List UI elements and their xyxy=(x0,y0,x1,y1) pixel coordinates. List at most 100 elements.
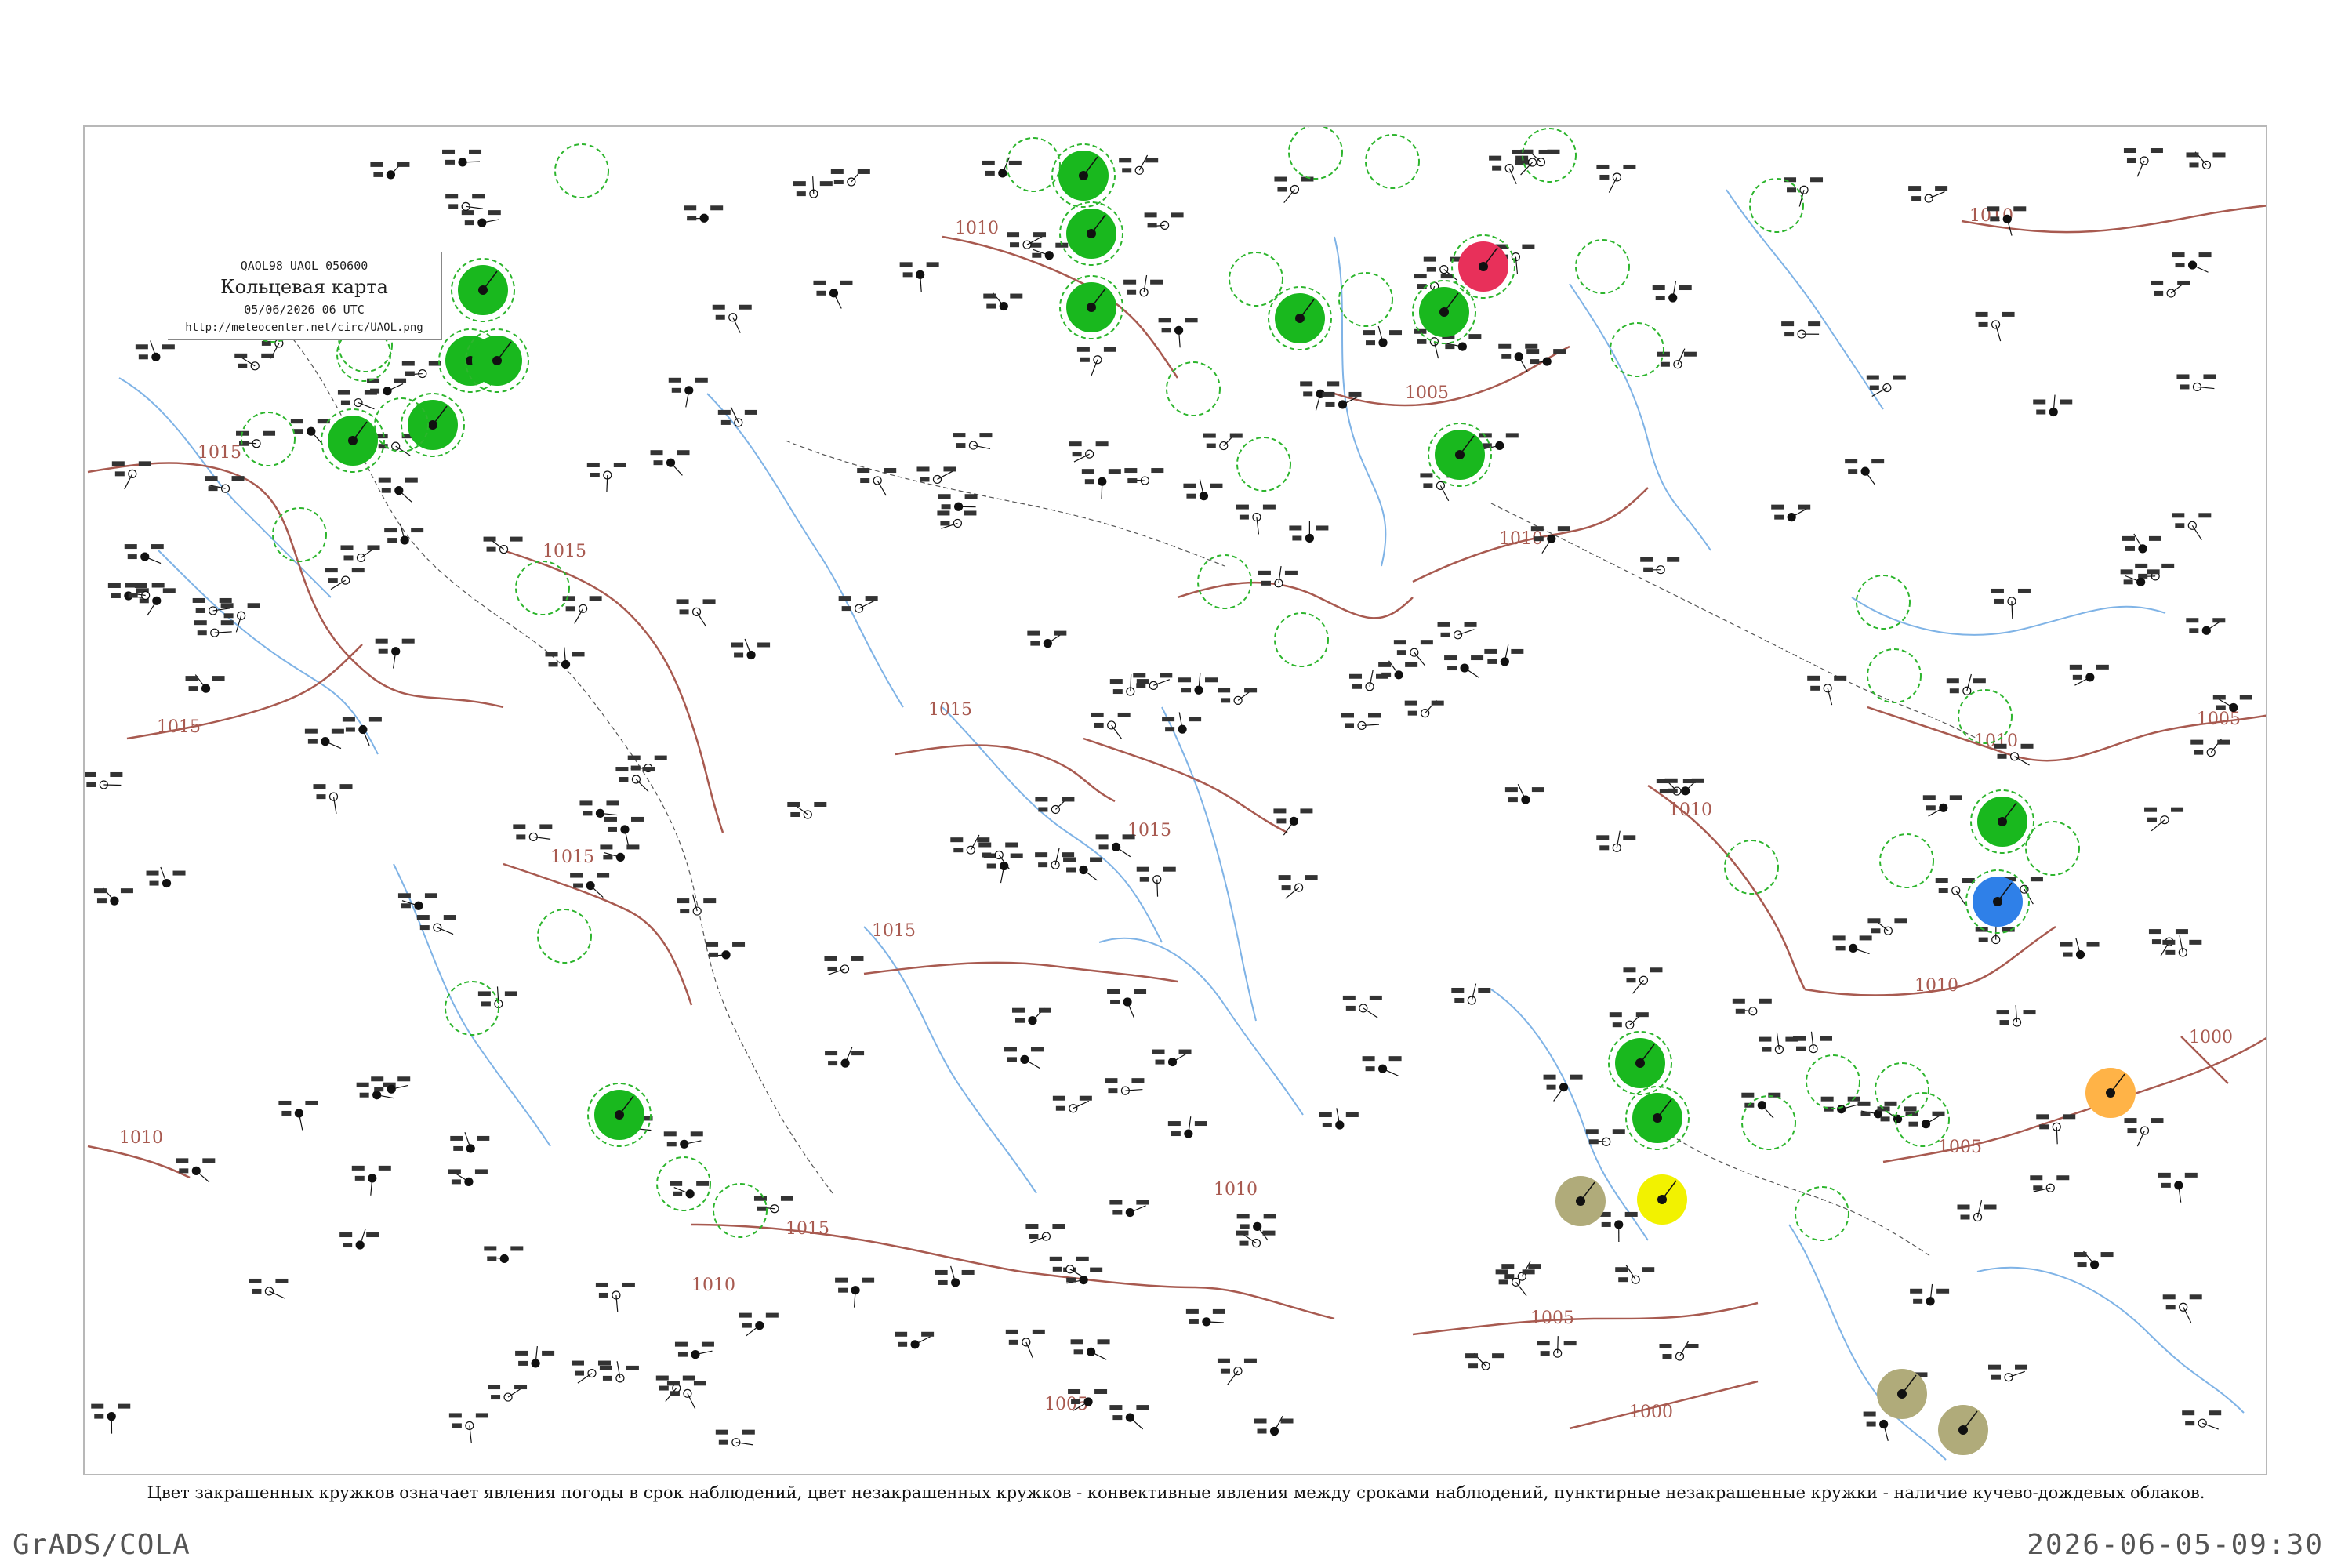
cumulonimbus-ring[interactable] xyxy=(1741,1095,1796,1150)
station-marker xyxy=(813,280,853,309)
station-marker xyxy=(1236,504,1276,535)
station-marker xyxy=(1152,1049,1192,1067)
cumulonimbus-ring[interactable] xyxy=(1338,272,1393,327)
station-marker xyxy=(1781,321,1821,339)
rain-station-circle[interactable] xyxy=(401,393,465,457)
station-marker xyxy=(1845,459,1885,486)
station-marker xyxy=(1052,1095,1092,1113)
map-url[interactable]: http://meteocenter.net/circ/UAOL.png xyxy=(168,321,441,334)
station-marker xyxy=(1183,479,1223,501)
station-marker xyxy=(787,801,827,819)
station-marker xyxy=(615,767,655,793)
rain-station-circle[interactable] xyxy=(1059,201,1123,266)
station-marker xyxy=(1537,1336,1577,1358)
station-marker xyxy=(1091,712,1131,740)
cumulonimbus-ring[interactable] xyxy=(272,507,327,562)
station-marker xyxy=(2030,1175,2070,1192)
cumulonimbus-ring[interactable] xyxy=(554,143,609,198)
station-marker xyxy=(313,784,353,814)
station-marker xyxy=(1063,857,1103,881)
station-marker xyxy=(1124,468,1164,485)
cumulonimbus-ring[interactable] xyxy=(1575,239,1630,294)
rain-station-circle[interactable] xyxy=(1059,275,1123,339)
station-marker xyxy=(674,1341,714,1359)
dust-station-circle[interactable] xyxy=(2085,1068,2136,1118)
station-marker xyxy=(1615,1265,1655,1284)
cumulonimbus-ring[interactable] xyxy=(1795,1186,1849,1241)
station-marker xyxy=(1005,1329,1045,1359)
fog-station-circle[interactable] xyxy=(1938,1405,1988,1455)
station-marker xyxy=(1258,565,1298,588)
fog-station-circle[interactable] xyxy=(1555,1176,1606,1226)
cumulonimbus-ring[interactable] xyxy=(1610,322,1664,377)
station-marker xyxy=(1158,318,1198,348)
synoptic-map[interactable]: 1015 1015 1015 1015 1015 1015 1015 1015 1010 1010… xyxy=(83,125,2267,1475)
rain-station-circle[interactable] xyxy=(1608,1031,1672,1095)
cumulonimbus-ring[interactable] xyxy=(1522,128,1577,183)
cumulonimbus-ring[interactable] xyxy=(1365,134,1420,189)
station-marker xyxy=(1988,1364,2028,1382)
rain-station-circle[interactable] xyxy=(1268,286,1332,350)
station-marker xyxy=(93,887,133,906)
cumulonimbus-ring[interactable] xyxy=(515,561,570,615)
rain-station-circle[interactable] xyxy=(1412,280,1476,344)
cumulonimbus-ring[interactable] xyxy=(1274,612,1329,667)
generation-timestamp: 2026-06-05-09:30 xyxy=(2027,1529,2324,1561)
cumulonimbus-ring[interactable] xyxy=(1288,127,1343,180)
cumulonimbus-ring[interactable] xyxy=(1879,833,1934,888)
station-marker xyxy=(450,1131,490,1153)
station-marker xyxy=(670,1181,710,1199)
station-marker xyxy=(1946,673,1986,695)
station-marker xyxy=(124,544,164,564)
station-marker xyxy=(1609,1012,1649,1029)
rain-station-circle[interactable] xyxy=(451,258,515,322)
rain-station-circle[interactable] xyxy=(1970,789,2034,854)
map-datetime: 05/06/2026 06 UTC xyxy=(244,303,365,317)
station-marker xyxy=(1857,1101,1897,1119)
cumulonimbus-ring[interactable] xyxy=(1166,361,1221,416)
station-marker xyxy=(397,893,437,910)
station-marker xyxy=(1109,1200,1149,1218)
haze-station-circle[interactable] xyxy=(1637,1174,1687,1225)
cumulonimbus-ring[interactable] xyxy=(2025,821,2080,876)
cumulonimbus-ring[interactable] xyxy=(1197,554,1252,609)
station-marker xyxy=(2144,807,2184,832)
station-marker xyxy=(1273,808,1313,836)
rain-station-circle[interactable] xyxy=(1428,423,1492,487)
station-marker xyxy=(2060,938,2100,960)
station-marker xyxy=(1341,713,1381,731)
cumulonimbus-ring[interactable] xyxy=(537,909,592,964)
station-marker xyxy=(1393,640,1433,666)
station-marker xyxy=(488,1385,528,1402)
cumulonimbus-ring[interactable] xyxy=(1236,437,1291,492)
cumulonimbus-ring[interactable] xyxy=(1867,648,1922,703)
station-marker xyxy=(1585,1129,1625,1146)
rain-station-circle[interactable] xyxy=(587,1083,652,1147)
station-marker xyxy=(1732,998,1772,1016)
station-marker xyxy=(793,176,833,198)
station-marker xyxy=(1996,1005,2036,1027)
station-marker xyxy=(448,1413,488,1443)
station-marker xyxy=(1495,1269,1535,1297)
station-marker xyxy=(1278,875,1318,899)
station-marker xyxy=(1049,1256,1089,1279)
station-marker xyxy=(1484,644,1524,666)
snow-station-circle[interactable] xyxy=(1965,869,2030,934)
cumulonimbus-ring[interactable] xyxy=(241,412,296,466)
cumulonimbus-ring[interactable] xyxy=(1749,178,1804,233)
borders-layer xyxy=(236,283,1978,1257)
station-marker xyxy=(1526,349,1566,366)
cumulonimbus-ring[interactable] xyxy=(1229,252,1283,307)
cumulonimbus-ring[interactable] xyxy=(445,981,499,1036)
rain-station-circle[interactable] xyxy=(1625,1086,1690,1150)
cumulonimbus-ring[interactable] xyxy=(1856,575,1911,630)
isobar-label: 1005 xyxy=(2197,710,2241,729)
rivers-layer xyxy=(118,189,2245,1461)
fog-station-circle[interactable] xyxy=(1877,1369,1927,1419)
isobar-label: 1010 xyxy=(1668,800,1712,820)
station-marker xyxy=(290,419,330,445)
station-marker xyxy=(899,262,939,292)
station-marker xyxy=(367,378,407,396)
station-marker xyxy=(483,536,523,554)
rain-station-circle[interactable] xyxy=(1051,143,1116,208)
